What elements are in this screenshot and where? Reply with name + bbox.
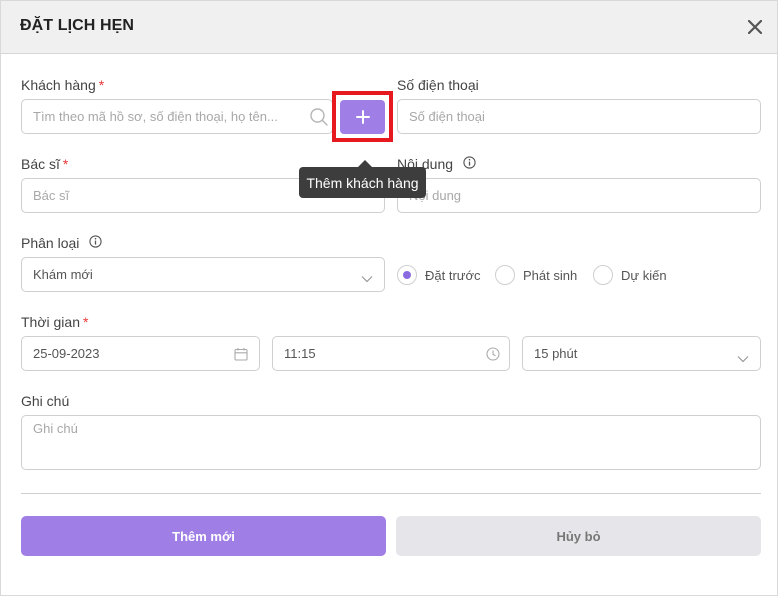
- chevron-down-icon: [737, 350, 749, 368]
- required-mark: *: [98, 77, 105, 93]
- close-icon[interactable]: [743, 15, 767, 39]
- modal-title: ĐẶT LỊCH HẸN: [20, 17, 135, 34]
- clock-icon[interactable]: [486, 347, 500, 366]
- customer-label-text: Khách hàng: [21, 77, 96, 93]
- phone-field[interactable]: [397, 99, 761, 134]
- cancel-button[interactable]: Hủy bỏ: [396, 516, 761, 556]
- radio-phat-sinh[interactable]: Phát sinh: [495, 265, 577, 285]
- info-icon[interactable]: [463, 156, 476, 172]
- radio-circle[interactable]: [397, 265, 417, 285]
- appointment-modal: ĐẶT LỊCH HẸN Khách hàng* Số điện thoại B…: [0, 0, 778, 596]
- radio-label: Đặt trước: [425, 267, 481, 283]
- radio-label: Dự kiến: [621, 267, 667, 283]
- divider: [21, 493, 761, 494]
- submit-button[interactable]: Thêm mới: [21, 516, 386, 556]
- time-field[interactable]: 11:15: [272, 336, 510, 371]
- radio-du-kien[interactable]: Dự kiến: [593, 265, 667, 285]
- calendar-icon[interactable]: [234, 347, 248, 366]
- time-label-text: Thời gian: [21, 314, 80, 330]
- category-label: Phân loại: [21, 235, 102, 251]
- chevron-down-icon: [361, 270, 373, 288]
- customer-search-field[interactable]: [21, 99, 333, 134]
- content-input[interactable]: [398, 179, 760, 212]
- category-label-text: Phân loại: [21, 235, 80, 251]
- customer-label: Khách hàng *: [21, 77, 104, 93]
- time-label: Thời gian *: [21, 314, 88, 330]
- note-label: Ghi chú: [21, 393, 70, 409]
- date-field[interactable]: 25-09-2023: [21, 336, 260, 371]
- search-icon[interactable]: [309, 107, 329, 132]
- duration-value: 15 phút: [534, 346, 578, 361]
- phone-input[interactable]: [398, 100, 760, 133]
- note-field[interactable]: [21, 415, 761, 470]
- customer-search-input[interactable]: [22, 100, 332, 133]
- tooltip-arrow: [358, 160, 372, 167]
- time-value: 11:15: [284, 346, 316, 361]
- add-customer-tooltip: Thêm khách hàng: [299, 167, 426, 198]
- doctor-label-text: Bác sĩ: [21, 156, 60, 172]
- radio-circle[interactable]: [593, 265, 613, 285]
- note-textarea[interactable]: [22, 416, 760, 469]
- category-select[interactable]: Khám mới: [21, 257, 385, 292]
- radio-dat-truoc[interactable]: Đặt trước: [397, 265, 481, 285]
- highlight-box: [332, 91, 393, 142]
- category-select-value: Khám mới: [33, 267, 93, 282]
- phone-label: Số điện thoại: [397, 77, 479, 93]
- content-field[interactable]: [397, 178, 761, 213]
- date-value: 25-09-2023: [33, 346, 100, 361]
- radio-circle[interactable]: [495, 265, 515, 285]
- modal-header: ĐẶT LỊCH HẸN: [1, 1, 777, 54]
- doctor-label: Bác sĩ *: [21, 156, 68, 172]
- info-icon[interactable]: [89, 235, 102, 251]
- required-mark: *: [83, 314, 89, 330]
- duration-select[interactable]: 15 phút: [522, 336, 761, 371]
- required-mark: *: [62, 156, 69, 172]
- radio-label: Phát sinh: [523, 267, 578, 283]
